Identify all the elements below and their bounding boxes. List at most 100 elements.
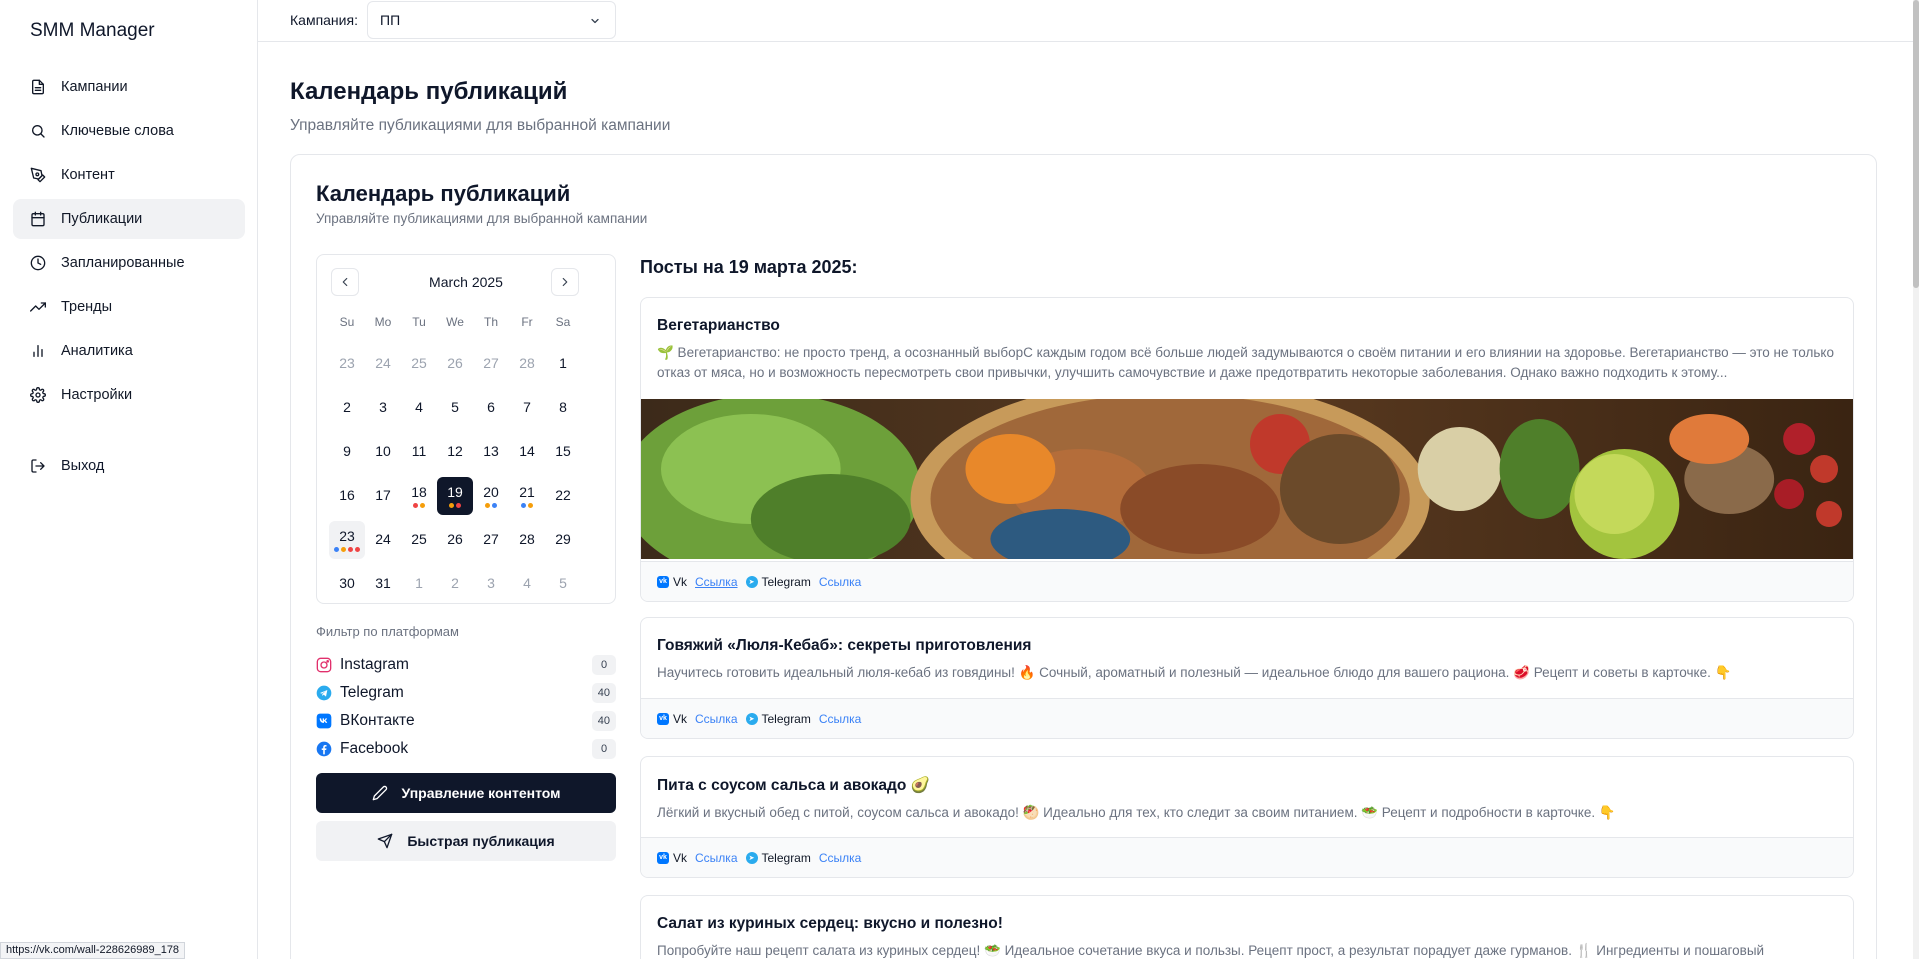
sidebar-item-analytics[interactable]: Аналитика: [13, 331, 245, 371]
filter-vk[interactable]: ВКонтакте 40: [316, 707, 616, 735]
calendar-day[interactable]: 28: [509, 345, 545, 383]
calendar-day[interactable]: 21: [509, 477, 545, 515]
calendar-day[interactable]: 28: [509, 521, 545, 559]
sidebar-item-keywords[interactable]: Ключевые слова: [13, 111, 245, 151]
calendar-day[interactable]: 22: [545, 477, 581, 515]
calendar-day[interactable]: 9: [329, 433, 365, 471]
calendar-day[interactable]: 25: [401, 345, 437, 383]
send-icon: [378, 833, 393, 849]
calendar-day[interactable]: 16: [329, 477, 365, 515]
calendar-day[interactable]: 27: [473, 345, 509, 383]
calendar-day[interactable]: 24: [365, 345, 401, 383]
filter-platform-name: Telegram: [340, 684, 404, 701]
post-card[interactable]: Салат из куриных сердец: вкусно и полезн…: [640, 895, 1854, 959]
vk-post-link[interactable]: Ссылка: [695, 575, 737, 589]
calendar-day[interactable]: 14: [509, 433, 545, 471]
telegram-post-link[interactable]: Ссылка: [819, 851, 861, 865]
calendar-day[interactable]: 3: [473, 565, 509, 603]
calendar-day[interactable]: 10: [365, 433, 401, 471]
calendar-day-number: 13: [483, 443, 499, 459]
calendar-day[interactable]: 19: [437, 477, 473, 515]
filter-telegram[interactable]: Telegram 40: [316, 679, 616, 707]
telegram-post-link[interactable]: Ссылка: [819, 575, 861, 589]
sidebar-item-campaigns[interactable]: Кампании: [13, 67, 245, 107]
calendar-day[interactable]: 29: [545, 521, 581, 559]
calendar-day[interactable]: 6: [473, 389, 509, 427]
post-platform-telegram: ➤ Telegram: [745, 851, 811, 865]
calendar-day[interactable]: 5: [437, 389, 473, 427]
calendar-day-number: 24: [375, 531, 391, 547]
post-links-bar: vk Vk Ссылка ➤ Telegram Ссылка: [641, 698, 1853, 738]
calendar-day[interactable]: 7: [509, 389, 545, 427]
sidebar-item-content[interactable]: Контент: [13, 155, 245, 195]
card-subtitle: Управляйте публикациями для выбранной ка…: [316, 211, 648, 226]
calendar-day[interactable]: 27: [473, 521, 509, 559]
sidebar-item-label: Публикации: [61, 211, 143, 227]
sidebar-item-scheduled[interactable]: Запланированные: [13, 243, 245, 283]
page-scrollbar[interactable]: [1913, 0, 1919, 959]
vk-post-link[interactable]: Ссылка: [695, 712, 737, 726]
vk-post-link[interactable]: Ссылка: [695, 851, 737, 865]
calendar-day[interactable]: 2: [329, 389, 365, 427]
sidebar-item-publications[interactable]: Публикации: [13, 199, 245, 239]
scrollbar-thumb[interactable]: [1913, 0, 1919, 288]
calendar-day-number: 24: [375, 355, 391, 371]
topbar: Кампания: ПП: [258, 0, 1913, 42]
calendar-day[interactable]: 25: [401, 521, 437, 559]
calendar-day[interactable]: 2: [437, 565, 473, 603]
calendar-day[interactable]: 4: [401, 389, 437, 427]
calendar-day[interactable]: 15: [545, 433, 581, 471]
calendar-day[interactable]: 1: [545, 345, 581, 383]
post-title: Пита с соусом сальса и авокадо 🥑: [657, 777, 930, 794]
sidebar-item-trends[interactable]: Тренды: [13, 287, 245, 327]
post-card[interactable]: Пита с соусом сальса и авокадо 🥑 Лёгкий …: [640, 756, 1854, 878]
calendar-day[interactable]: 1: [401, 565, 437, 603]
calendar: March 2025 Su Mo Tu We Th Fr Sa 23 24 25 26 27 28 1 2 3…: [316, 254, 616, 604]
manage-content-button[interactable]: Управление контентом: [316, 773, 616, 813]
calendar-day[interactable]: 13: [473, 433, 509, 471]
post-indicator-dot: [449, 503, 454, 508]
sidebar-item-label: Настройки: [61, 387, 133, 403]
filter-facebook[interactable]: Facebook 0: [316, 735, 616, 763]
post-links-bar: vk Vk Ссылка ➤ Telegram Ссылка: [641, 837, 1853, 877]
calendar-day[interactable]: 30: [329, 565, 365, 603]
post-card[interactable]: Вегетарианство 🌱 Вегетарианство: не прос…: [640, 297, 1854, 602]
quick-publish-button[interactable]: Быстрая публикация: [316, 821, 616, 861]
calendar-day-number: 26: [447, 531, 463, 547]
calendar-day[interactable]: 23: [329, 521, 365, 559]
weekday-label: Su: [339, 315, 355, 329]
calendar-day[interactable]: 20: [473, 477, 509, 515]
calendar-next-button[interactable]: [551, 268, 579, 296]
calendar-day[interactable]: 23: [329, 345, 365, 383]
calendar-day[interactable]: 4: [509, 565, 545, 603]
post-indicator-dot: [413, 503, 418, 508]
sidebar-item-label: Тренды: [61, 299, 113, 315]
calendar-day[interactable]: 26: [437, 521, 473, 559]
calendar-day[interactable]: 17: [365, 477, 401, 515]
calendar-day-number: 6: [487, 399, 495, 415]
filter-count-badge: 40: [591, 683, 616, 703]
calendar-day[interactable]: 12: [437, 433, 473, 471]
clock-icon: [30, 255, 46, 271]
chevron-down-icon: [591, 18, 599, 24]
calendar-day[interactable]: 5: [545, 565, 581, 603]
campaign-select[interactable]: ПП: [367, 1, 616, 39]
calendar-day[interactable]: 31: [365, 565, 401, 603]
post-platform-vk: vk Vk: [657, 712, 687, 726]
calendar-day[interactable]: 11: [401, 433, 437, 471]
calendar-day[interactable]: 18: [401, 477, 437, 515]
platform-filter-title: Фильтр по платформам: [316, 624, 459, 639]
filter-count-badge: 0: [592, 739, 616, 759]
calendar-day[interactable]: 26: [437, 345, 473, 383]
logout-button[interactable]: Выход: [30, 458, 104, 474]
calendar-day[interactable]: 8: [545, 389, 581, 427]
sidebar-item-settings[interactable]: Настройки: [13, 375, 245, 415]
calendar-day-number: 31: [375, 575, 391, 591]
filter-instagram[interactable]: Instagram 0: [316, 651, 616, 679]
post-card[interactable]: Говяжий «Люля-Кебаб»: секреты приготовле…: [640, 617, 1854, 739]
telegram-post-link[interactable]: Ссылка: [819, 712, 861, 726]
calendar-day[interactable]: 24: [365, 521, 401, 559]
calendar-day[interactable]: 3: [365, 389, 401, 427]
pencil-icon: [372, 785, 387, 801]
sidebar-nav: Кампании Ключевые слова Контент Публикац…: [13, 67, 245, 419]
